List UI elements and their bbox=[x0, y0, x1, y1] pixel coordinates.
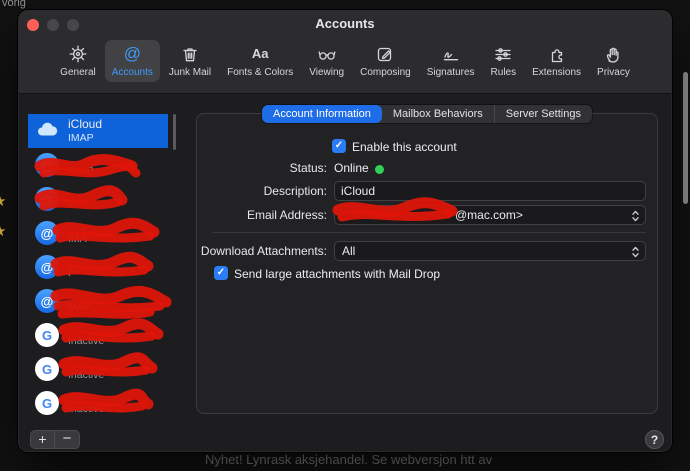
download-attachments-popup[interactable]: All bbox=[334, 241, 646, 261]
sidebar-account-google[interactable]: G Inactive bbox=[28, 352, 168, 386]
sidebar-account-imap[interactable]: @ MAP bbox=[28, 284, 168, 318]
toolbar-item-label: Accounts bbox=[112, 67, 153, 78]
toolbar-item-fonts-colors[interactable]: Aa Fonts & Colors bbox=[220, 40, 300, 82]
at-account-icon: @ bbox=[35, 255, 59, 279]
toolbar-item-label: Composing bbox=[360, 67, 411, 78]
account-name-redacted bbox=[68, 356, 128, 369]
popup-chevrons-icon bbox=[630, 208, 641, 229]
compose-icon bbox=[375, 42, 395, 66]
window-chrome: Accounts General @ Accounts Ju bbox=[18, 10, 672, 94]
toolbar-item-label: Privacy bbox=[597, 67, 630, 78]
form-divider bbox=[212, 232, 646, 233]
toolbar-item-label: Extensions bbox=[532, 67, 581, 78]
account-name-redacted bbox=[68, 390, 128, 403]
maildrop-label: Send large attachments with Mail Drop bbox=[234, 267, 440, 281]
toolbar-item-label: General bbox=[60, 67, 96, 78]
star-icon: ★ bbox=[0, 222, 6, 240]
account-subtitle: P bbox=[68, 267, 128, 279]
toolbar-item-extensions[interactable]: Extensions bbox=[525, 40, 588, 82]
tab-mailbox-behaviors[interactable]: Mailbox Behaviors bbox=[382, 105, 494, 123]
toolbar-item-general[interactable]: General bbox=[53, 40, 103, 82]
help-button[interactable]: ? bbox=[645, 430, 664, 449]
at-account-icon: @ bbox=[35, 289, 59, 313]
toolbar-item-privacy[interactable]: Privacy bbox=[590, 40, 637, 82]
puzzle-icon bbox=[547, 42, 567, 66]
gear-icon bbox=[68, 42, 88, 66]
rules-sliders-icon bbox=[493, 42, 513, 66]
sidebar-account-google[interactable]: G Inactive bbox=[28, 386, 168, 417]
at-icon: @ bbox=[124, 42, 141, 66]
sidebar-scrollbar[interactable] bbox=[173, 114, 176, 150]
online-status-dot bbox=[374, 162, 385, 180]
fonts-icon: Aa bbox=[252, 42, 269, 66]
maildrop-checkbox[interactable]: ✓ bbox=[214, 266, 228, 280]
account-subtitle: Inactive bbox=[68, 403, 128, 415]
signature-icon bbox=[441, 42, 461, 66]
icloud-cloud-icon bbox=[35, 119, 59, 143]
accounts-sidebar: iCloud IMAP @ IMAP @ P @ bbox=[28, 114, 168, 417]
sidebar-account-google[interactable]: G Inactive bbox=[28, 318, 168, 352]
download-attachments-value: All bbox=[335, 244, 355, 258]
background-partial-text: vorig bbox=[2, 0, 26, 9]
account-subtitle: Inactive bbox=[68, 335, 128, 347]
preferences-toolbar: General @ Accounts Junk Mail Aa Fonts & … bbox=[18, 40, 672, 92]
background-partial-text: Nyhet! Lynrask aksjehandel. Se webversjo… bbox=[205, 452, 492, 467]
toolbar-item-composing[interactable]: Composing bbox=[353, 40, 418, 82]
account-detail-panel bbox=[196, 113, 658, 414]
glasses-icon bbox=[317, 42, 337, 66]
at-account-icon: @ bbox=[35, 153, 59, 177]
sidebar-account-icloud[interactable]: iCloud IMAP bbox=[28, 114, 168, 148]
checkmark-icon: ✓ bbox=[217, 268, 225, 278]
toolbar-item-junk-mail[interactable]: Junk Mail bbox=[162, 40, 218, 82]
toolbar-item-label: Viewing bbox=[309, 67, 344, 78]
account-name-redacted bbox=[68, 322, 128, 335]
star-icon: ★ bbox=[0, 192, 6, 210]
toolbar-item-accounts[interactable]: @ Accounts bbox=[105, 40, 160, 82]
account-name: iCloud bbox=[68, 118, 128, 132]
checkmark-icon: ✓ bbox=[335, 141, 343, 151]
tab-account-information[interactable]: Account Information bbox=[262, 105, 382, 123]
email-address-popup[interactable]: @mac.com> bbox=[334, 205, 646, 225]
google-icon: G bbox=[35, 323, 59, 347]
toolbar-item-rules[interactable]: Rules bbox=[484, 40, 524, 82]
page-scrollbar[interactable] bbox=[683, 72, 688, 204]
status-label: Status: bbox=[118, 161, 327, 175]
window-title: Accounts bbox=[18, 16, 672, 31]
trash-icon bbox=[180, 42, 200, 66]
toolbar-item-label: Junk Mail bbox=[169, 67, 211, 78]
toolbar-item-label: Rules bbox=[491, 67, 517, 78]
tab-server-settings[interactable]: Server Settings bbox=[494, 105, 592, 123]
google-icon: G bbox=[35, 357, 59, 381]
desktop-background: vorig Nyhet! Lynrask aksjehandel. Se web… bbox=[0, 0, 690, 471]
description-field[interactable] bbox=[334, 181, 646, 201]
status-value: Online bbox=[334, 161, 369, 175]
google-icon: G bbox=[35, 391, 59, 415]
toolbar-item-signatures[interactable]: Signatures bbox=[420, 40, 482, 82]
account-subtitle: MAP bbox=[68, 301, 128, 313]
enable-account-checkbox[interactable]: ✓ bbox=[332, 139, 346, 153]
email-address-value: @mac.com> bbox=[335, 208, 523, 222]
popup-chevrons-icon bbox=[630, 244, 641, 265]
account-subtitle: Inactive bbox=[68, 369, 128, 381]
download-attachments-label: Download Attachments: bbox=[118, 244, 327, 258]
accounts-preferences-window: Accounts General @ Accounts Ju bbox=[18, 10, 672, 452]
account-tabs: Account Information Mailbox Behaviors Se… bbox=[196, 105, 658, 123]
toolbar-item-label: Signatures bbox=[427, 67, 475, 78]
toolbar-item-viewing[interactable]: Viewing bbox=[302, 40, 351, 82]
email-address-label: Email Address: bbox=[118, 208, 327, 222]
at-account-icon: @ bbox=[35, 221, 59, 245]
add-account-button[interactable]: + bbox=[30, 430, 55, 449]
at-account-icon: @ bbox=[35, 187, 59, 211]
hand-icon bbox=[603, 42, 623, 66]
titlebar[interactable]: Accounts bbox=[18, 10, 672, 38]
account-name-redacted bbox=[68, 288, 128, 301]
description-label: Description: bbox=[118, 184, 327, 198]
remove-account-button[interactable]: − bbox=[55, 430, 80, 449]
toolbar-item-label: Fonts & Colors bbox=[227, 67, 293, 78]
enable-account-label: Enable this account bbox=[352, 140, 457, 154]
account-name-redacted bbox=[68, 220, 128, 233]
account-subtitle: IMAP bbox=[68, 132, 128, 144]
